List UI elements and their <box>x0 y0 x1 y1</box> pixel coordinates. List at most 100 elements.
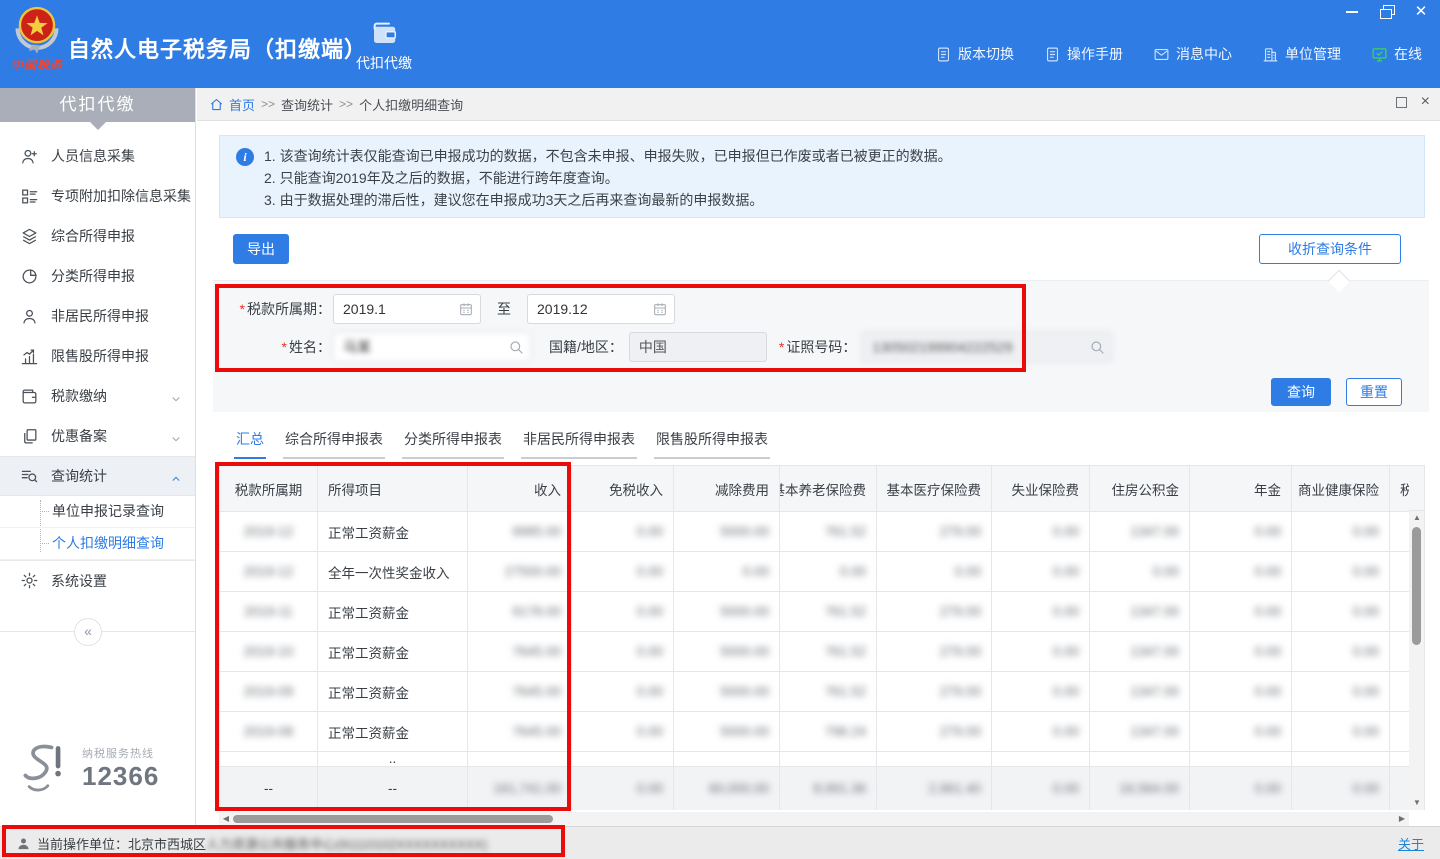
topmenu-label: 在线 <box>1394 44 1422 64</box>
tab-2[interactable]: 分类所得申报表 <box>402 429 504 459</box>
sidebar-item-1[interactable]: 专项附加扣除信息采集 <box>0 176 195 216</box>
topmenu-item-manual[interactable]: 操作手册 <box>1044 44 1123 64</box>
calendar-icon[interactable] <box>458 301 474 317</box>
vertical-scrollbar[interactable]: ▲ ▼ <box>1409 465 1425 810</box>
sidebar-subitem-0[interactable]: 单位申报记录查询 <box>0 496 195 528</box>
sidebar-header-caret <box>90 122 106 130</box>
app-window: 中国税务 自然人电子税务局（扣缴端） 代扣代缴 版本切换操作手册消息中心单位管理… <box>0 0 1440 859</box>
table-total-cell: -- <box>318 767 468 810</box>
tab-3[interactable]: 非居民所得申报表 <box>521 429 637 459</box>
about-link[interactable]: 关于 <box>1398 834 1424 853</box>
search-icon[interactable] <box>1089 339 1105 355</box>
chevron-down-icon <box>171 431 181 441</box>
vertical-scroll-thumb[interactable] <box>1412 527 1421 645</box>
table-total-cell: 0.00 <box>1292 767 1390 810</box>
breadcrumb-item-query-stats[interactable]: 查询统计 <box>281 95 333 114</box>
tab-0[interactable]: 汇总 <box>234 429 266 459</box>
sidebar-item-3[interactable]: 分类所得申报 <box>0 256 195 296</box>
sidebar-item-label: 限售股所得申报 <box>51 346 149 366</box>
sidebar-item-0[interactable]: 人员信息采集 <box>0 136 195 176</box>
cell-value: 60,000.00 <box>709 781 769 796</box>
sidebar-item-8[interactable]: 查询统计 <box>0 456 195 496</box>
cell-value: 0.00 <box>637 564 663 579</box>
scroll-up-arrow[interactable]: ▲ <box>1409 511 1425 525</box>
period-from-field[interactable] <box>333 294 481 324</box>
panel-maximize-icon[interactable] <box>1396 97 1407 108</box>
horizontal-scroll-thumb[interactable] <box>233 815 553 823</box>
table-cell: 0.00 <box>992 552 1090 592</box>
online-icon <box>1371 46 1388 63</box>
topmenu-item-building[interactable]: 单位管理 <box>1262 44 1341 64</box>
minimize-icon[interactable] <box>1344 4 1362 20</box>
scroll-down-arrow[interactable]: ▼ <box>1409 796 1425 810</box>
horizontal-scrollbar[interactable]: ◀ ▶ <box>219 812 1409 826</box>
table-cell <box>1390 672 1409 712</box>
cell-value: 7645.00 <box>512 684 561 699</box>
search-icon[interactable] <box>508 339 524 355</box>
cell-value: 1347.00 <box>1130 644 1179 659</box>
id-field[interactable] <box>862 332 1112 362</box>
table-ellipsis-row: .. <box>220 752 1409 767</box>
table-cell: 0.00 <box>572 592 674 632</box>
table-cell <box>1390 712 1409 752</box>
reset-button[interactable]: 重置 <box>1346 378 1402 406</box>
tab-4[interactable]: 限售股所得申报表 <box>654 429 770 459</box>
sidebar-subitem-1[interactable]: 个人扣缴明细查询 <box>0 528 195 560</box>
topmenu-item-document[interactable]: 版本切换 <box>935 44 1014 64</box>
building-icon <box>1262 46 1279 63</box>
table-total-cell: 60,000.00 <box>674 767 780 810</box>
cell-value: 1347.00 <box>1130 724 1179 739</box>
sidebar-item-5[interactable]: 限售股所得申报 <box>0 336 195 376</box>
table-cell: 761.52 <box>780 512 877 552</box>
cell-value: .. <box>389 752 397 766</box>
table-header-cell: 商业健康保险 <box>1292 466 1390 512</box>
table-cell <box>674 752 780 767</box>
cell-value: 279.00 <box>940 684 981 699</box>
footer-bar: 当前操作单位： 北京市西城区 人力资源公共服务中心(91110102XXXXXX… <box>0 826 1440 859</box>
panel-close-icon[interactable]: × <box>1421 96 1430 108</box>
top-tab-label: 代扣代缴 <box>348 53 420 73</box>
calendar-icon[interactable] <box>652 301 668 317</box>
name-input[interactable] <box>333 332 531 362</box>
sidebar-collapse-button[interactable]: « <box>74 618 102 646</box>
scroll-left-arrow[interactable]: ◀ <box>219 812 233 826</box>
name-field[interactable] <box>333 332 531 362</box>
id-input[interactable] <box>862 332 1112 362</box>
sidebar-item-7[interactable]: 优惠备案 <box>0 416 195 456</box>
sidebar-item-9[interactable]: 系统设置 <box>0 560 195 600</box>
table-row: 2019-08正常工资薪金7645.000.005000.00798.24279… <box>220 712 1409 752</box>
table-cell: 0.00 <box>1292 552 1390 592</box>
gear-icon <box>20 571 39 590</box>
table-cell: 0.00 <box>1190 512 1292 552</box>
table-cell: 761.52 <box>780 632 877 672</box>
cell-value: -- <box>264 781 273 796</box>
query-button[interactable]: 查询 <box>1271 378 1331 406</box>
table-cell: 1347.00 <box>1090 512 1190 552</box>
table-cell <box>468 752 572 767</box>
breadcrumb-home[interactable]: 首页 <box>229 95 255 114</box>
table-cell: 2019-12 <box>220 552 318 592</box>
sidebar-item-4[interactable]: 非居民所得申报 <box>0 296 195 336</box>
export-button[interactable]: 导出 <box>233 234 289 264</box>
collapse-query-button[interactable]: 收折查询条件 <box>1259 234 1401 264</box>
sidebar-item-6[interactable]: 税款缴纳 <box>0 376 195 416</box>
user-icon <box>16 836 31 851</box>
window-controls: ✕ <box>1344 4 1430 20</box>
topmenu-item-mail[interactable]: 消息中心 <box>1153 44 1232 64</box>
cell-value: 0.00 <box>1255 564 1281 579</box>
tab-1[interactable]: 综合所得申报表 <box>283 429 385 459</box>
period-to-field[interactable] <box>527 294 675 324</box>
vertical-scroll-track[interactable]: ▲ ▼ <box>1409 511 1424 810</box>
scroll-right-arrow[interactable]: ▶ <box>1395 812 1409 826</box>
search-list-icon <box>20 467 39 486</box>
topmenu-label: 操作手册 <box>1067 44 1123 64</box>
close-icon[interactable]: ✕ <box>1412 4 1430 20</box>
table-cell: 0.00 <box>572 552 674 592</box>
tab-daikou-daijiao[interactable]: 代扣代缴 <box>348 18 420 73</box>
cell-value: 16,564.00 <box>1119 781 1179 796</box>
sidebar-item-2[interactable]: 综合所得申报 <box>0 216 195 256</box>
table-cell <box>780 752 877 767</box>
topmenu-item-online[interactable]: 在线 <box>1371 44 1422 64</box>
table-cell: 279.00 <box>877 512 992 552</box>
restore-icon[interactable] <box>1378 4 1396 20</box>
